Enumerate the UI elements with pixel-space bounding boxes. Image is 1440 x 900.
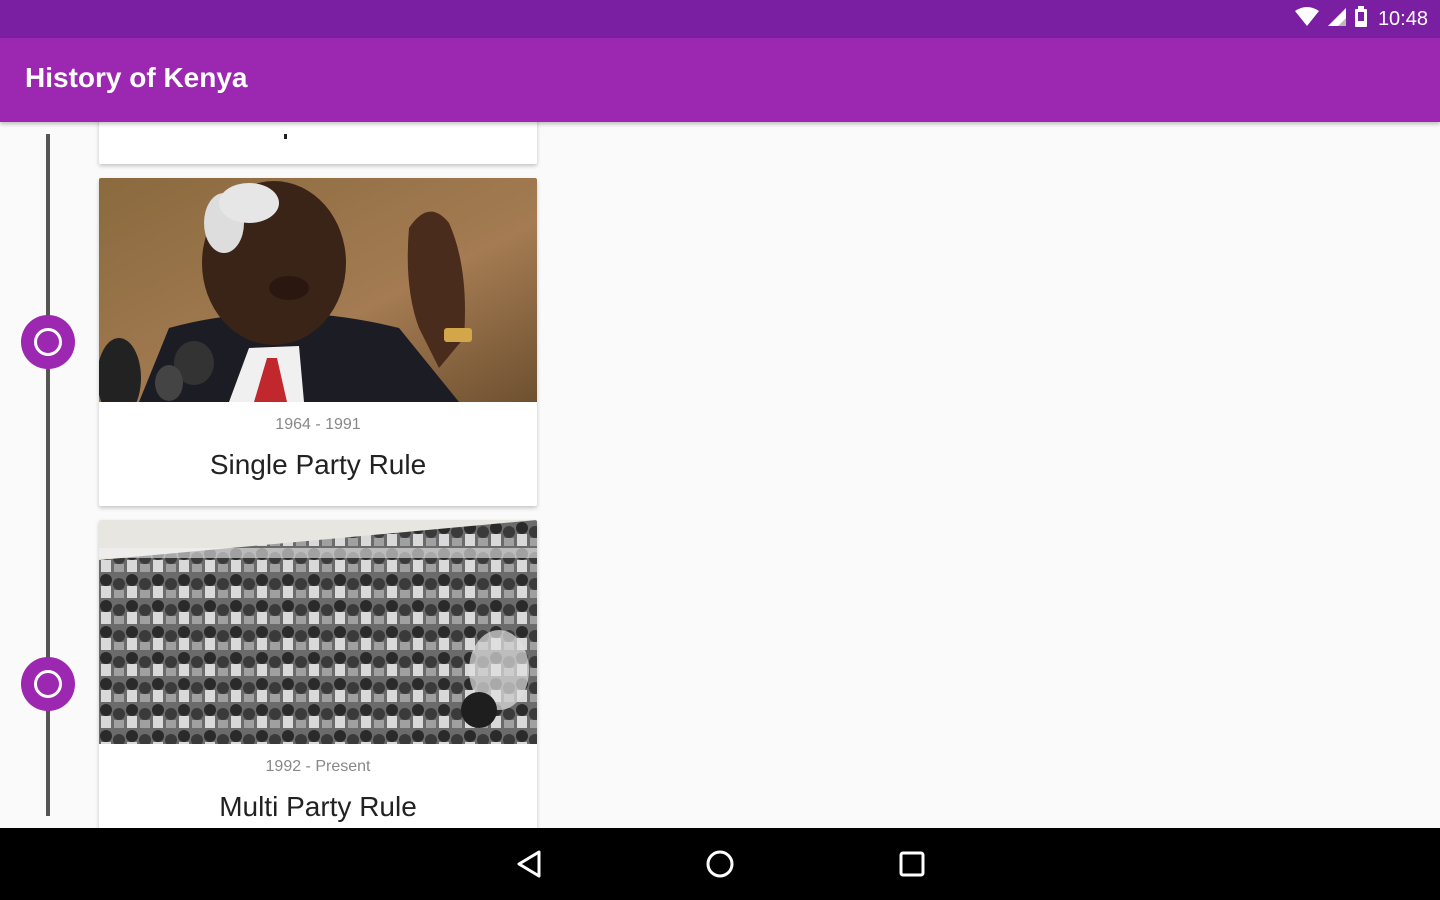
status-time: 10:48 — [1377, 7, 1428, 30]
app-title: History of Kenya — [25, 62, 248, 93]
president-speaking-photo — [99, 178, 537, 418]
status-icons: 10:48 — [1294, 0, 1428, 38]
crowd-rally-photo — [99, 520, 537, 744]
timeline-card-partial[interactable] — [99, 122, 537, 164]
battery-icon — [1354, 5, 1368, 33]
recents-icon — [899, 851, 925, 877]
back-button[interactable] — [511, 846, 547, 882]
status-bar: 10:48 — [0, 0, 1440, 38]
home-icon — [706, 850, 734, 878]
timeline-card-single-party[interactable]: 1964 - 1991 Single Party Rule — [99, 178, 537, 506]
back-icon — [517, 850, 541, 878]
card-date: 1964 - 1991 — [275, 416, 361, 433]
wifi-icon — [1294, 6, 1320, 32]
card-title-fragment — [284, 134, 287, 139]
timeline-card-multi-party[interactable]: 1992 - Present Multi Party Rule — [99, 520, 537, 828]
navigation-bar — [0, 828, 1440, 900]
timeline-node — [21, 657, 75, 711]
card-date: 1992 - Present — [265, 758, 371, 775]
timeline-list[interactable]: 1964 - 1991 Single Party Rule 1992 - Pre… — [0, 122, 1440, 828]
home-button[interactable] — [702, 846, 738, 882]
recents-button[interactable] — [894, 846, 930, 882]
card-title: Single Party Rule — [209, 449, 427, 480]
card-title: Multi Party Rule — [219, 791, 417, 822]
app-bar: History of Kenya — [0, 38, 1440, 122]
signal-icon — [1326, 7, 1348, 32]
timeline-node — [21, 315, 75, 369]
timeline-line — [46, 134, 50, 816]
